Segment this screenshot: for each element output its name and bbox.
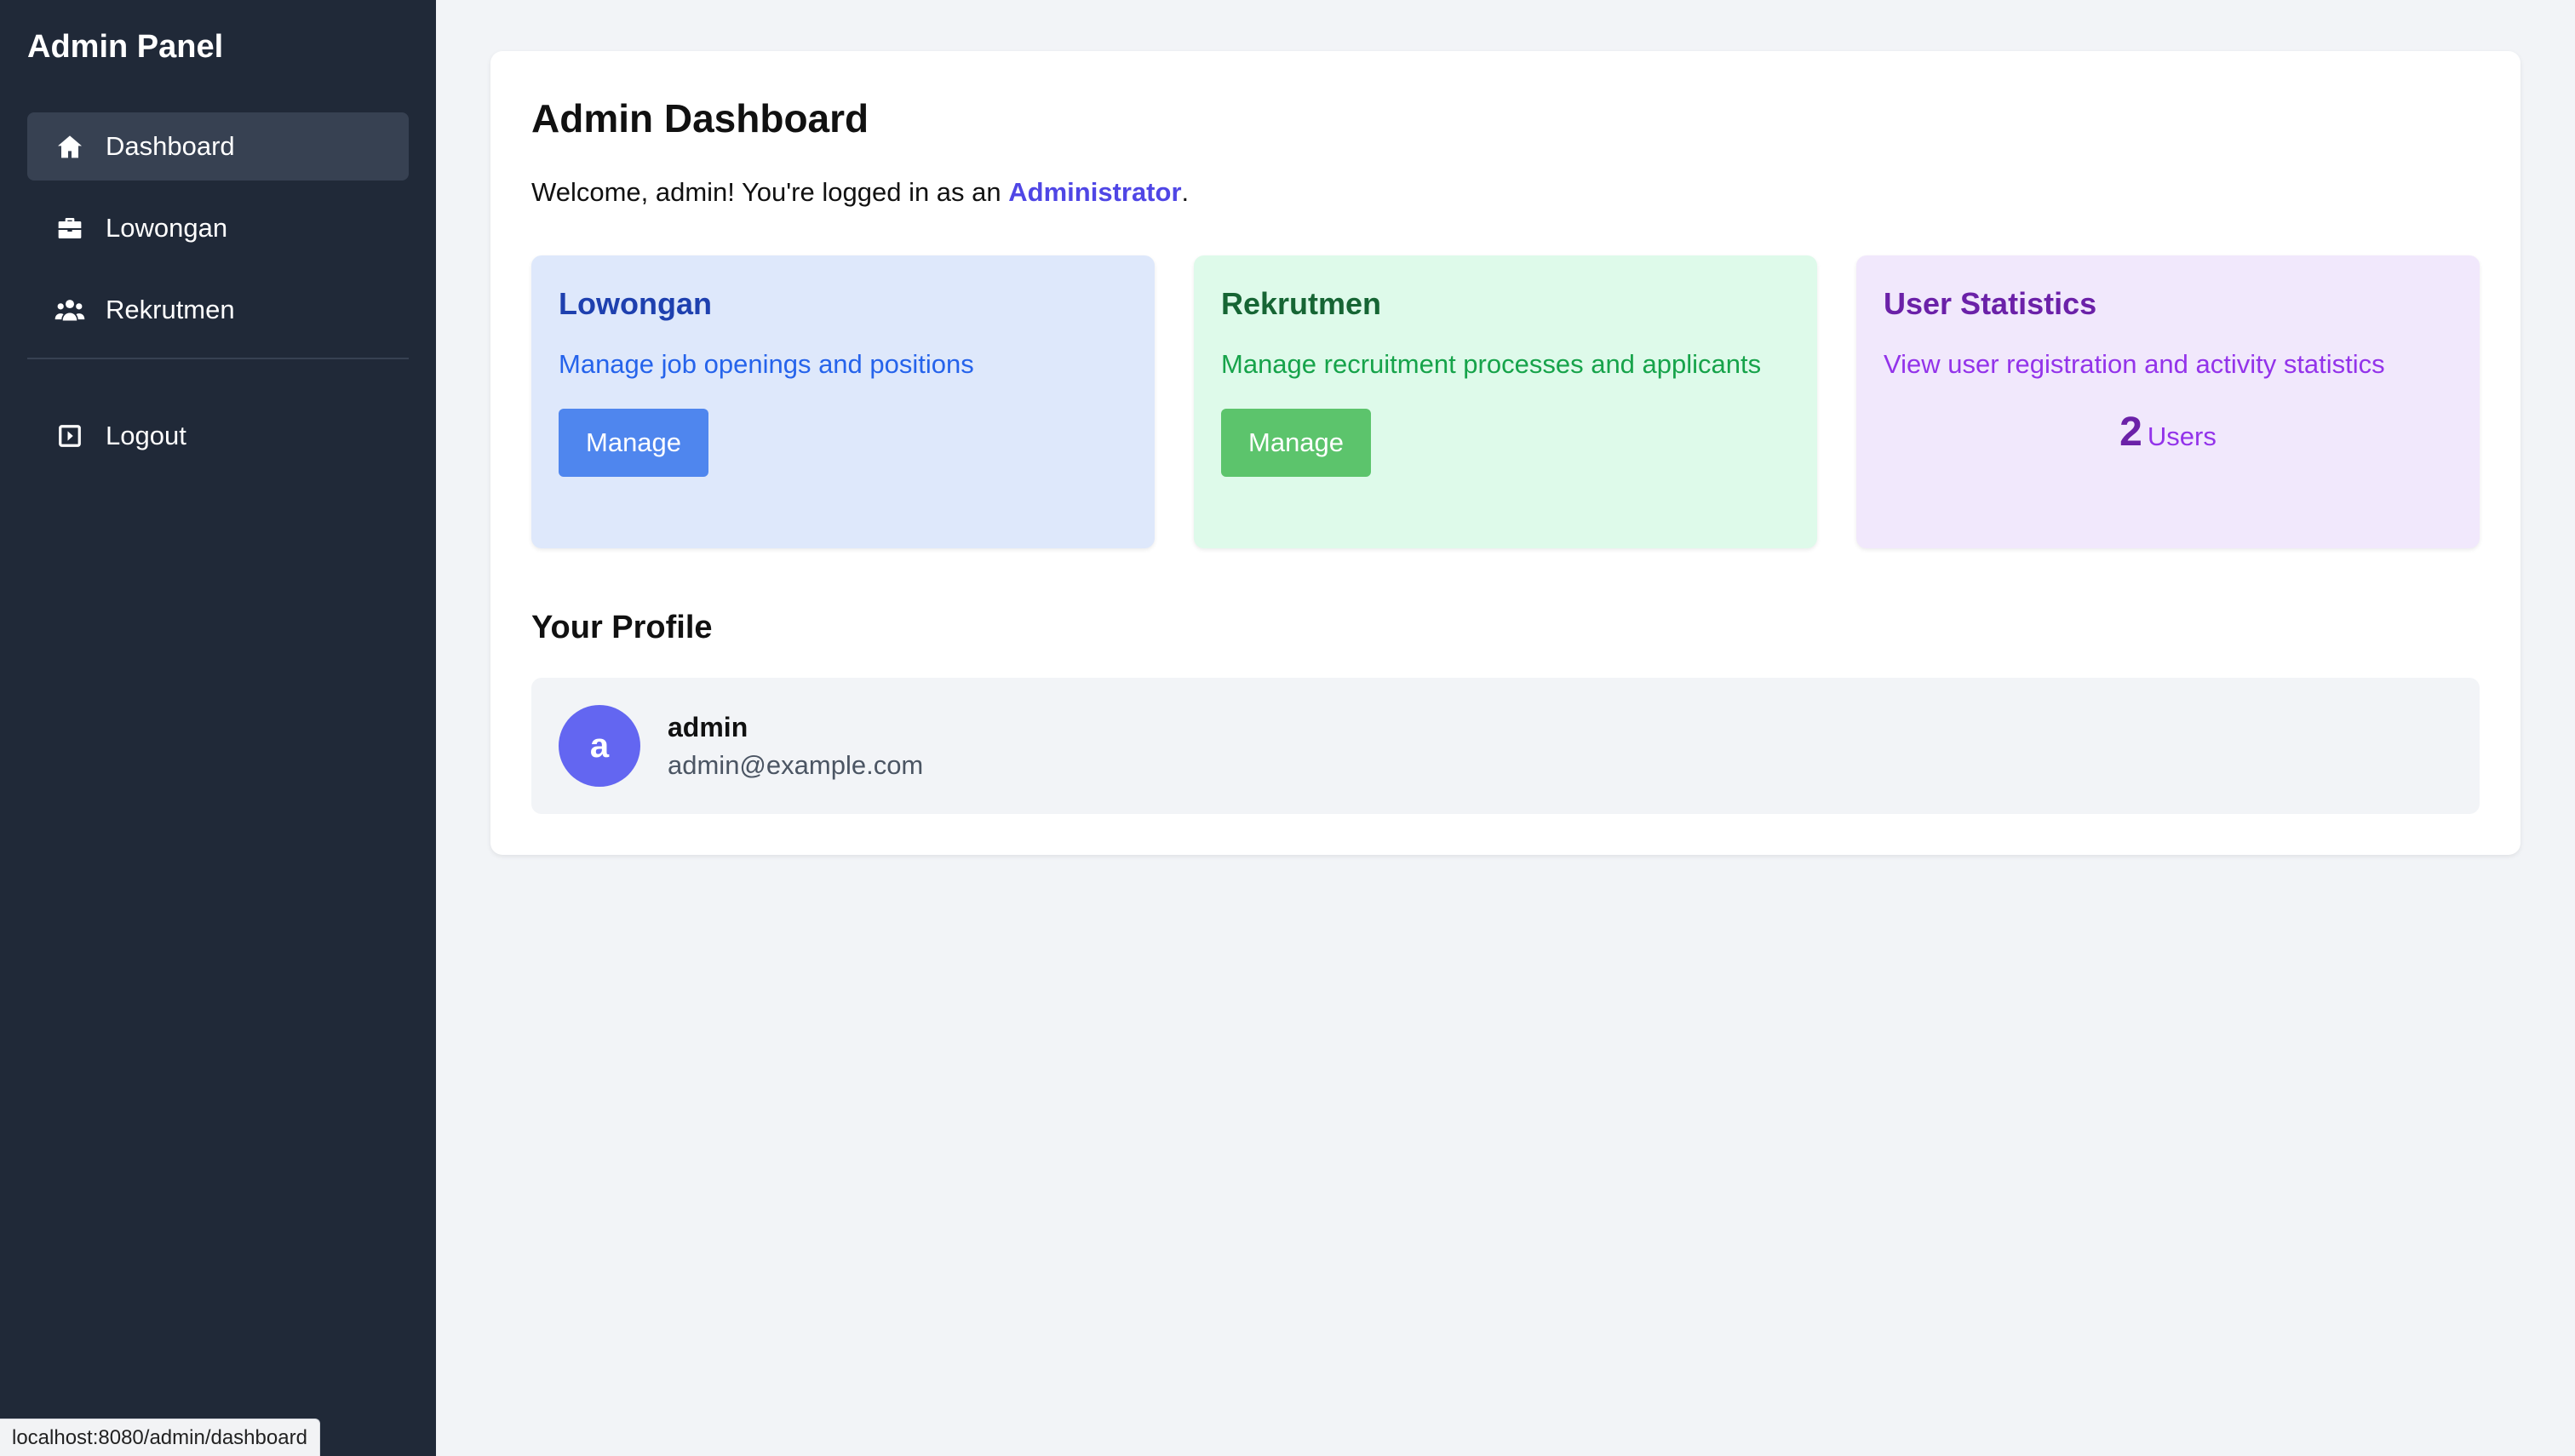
sidebar: Admin Panel Dashboard Lowongan Rekrutmen [0,0,436,1456]
welcome-suffix: . [1181,177,1190,207]
logout-label: Logout [106,421,186,450]
avatar: a [559,705,640,787]
sidebar-item-lowongan[interactable]: Lowongan [27,194,409,262]
tile-title: Rekrutmen [1221,286,1382,321]
profile-section-title: Your Profile [531,610,713,645]
tile-title: User Statistics [1884,286,2097,321]
profile-name: admin [668,711,748,742]
tile-description: Manage job openings and positions [559,349,974,379]
manage-rekrutmen-button[interactable]: Manage [1221,409,1372,477]
user-statistics-tile: User Statistics View user registration a… [1856,255,2480,548]
page-title: Admin Dashboard [531,96,869,140]
tile-title: Lowongan [559,286,712,321]
user-count-unit: Users [2147,421,2217,451]
brand-title: Admin Panel [27,29,224,65]
profile-email: admin@example.com [668,749,924,780]
tile-description: Manage recruitment processes and applica… [1221,349,1762,379]
profile-card: a admin admin@example.com [531,678,2480,814]
users-icon [54,295,85,325]
welcome-text: Welcome, admin! You're logged in as an [531,177,1009,207]
sidebar-nav: Dashboard Lowongan Rekrutmen Logout [27,112,409,484]
lowongan-tile: Lowongan Manage job openings and positio… [531,255,1155,548]
dashboard-card: Admin Dashboard Welcome, admin! You're l… [490,51,2521,855]
logout-icon [54,421,85,451]
home-icon [54,131,85,162]
profile-info: admin admin@example.com [668,712,923,781]
rekrutmen-tile: Rekrutmen Manage recruitment processes a… [1194,255,1817,548]
user-count: 2 Users [1884,409,2452,456]
sidebar-item-label: Lowongan [106,213,228,243]
manage-lowongan-button[interactable]: Manage [559,409,709,477]
sidebar-divider [27,358,409,359]
status-bar-url: localhost:8080/admin/dashboard [0,1419,320,1456]
user-count-value: 2 [2119,410,2142,455]
sidebar-item-label: Rekrutmen [106,295,235,324]
sidebar-item-rekrutmen[interactable]: Rekrutmen [27,276,409,344]
tile-description: View user registration and activity stat… [1884,349,2385,379]
role-label: Administrator [1008,177,1182,207]
welcome-message: Welcome, admin! You're logged in as an A… [531,177,1189,208]
briefcase-icon [54,213,85,244]
logout-button[interactable]: Logout [27,402,409,470]
sidebar-item-label: Dashboard [106,131,235,161]
sidebar-item-dashboard[interactable]: Dashboard [27,112,409,181]
